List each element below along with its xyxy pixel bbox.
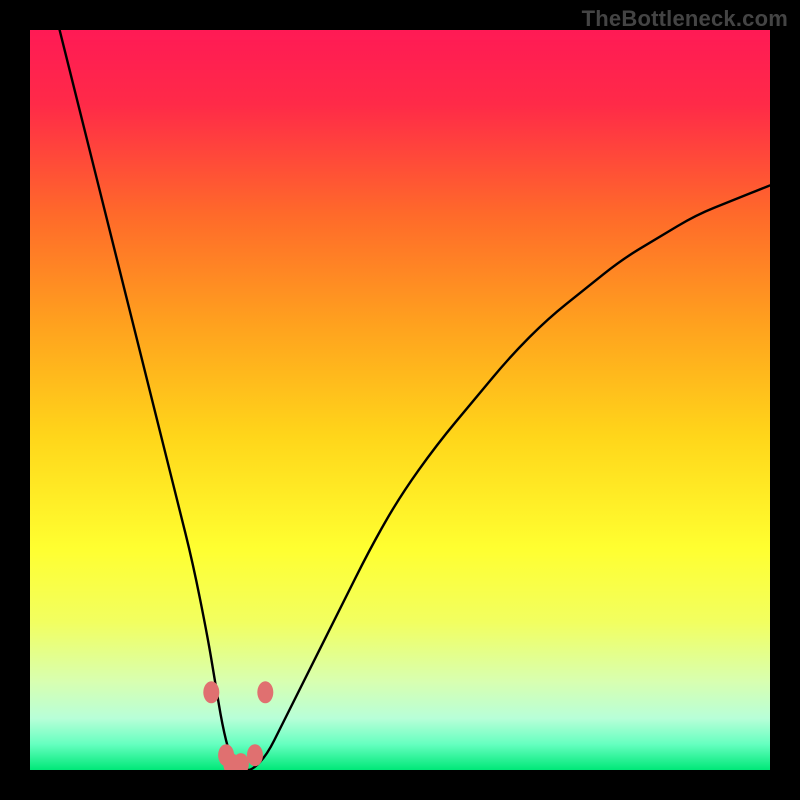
watermark-text: TheBottleneck.com [582, 6, 788, 32]
bottleneck-curve [60, 30, 770, 770]
highlight-dot [257, 681, 273, 703]
chart-frame: TheBottleneck.com [0, 0, 800, 800]
plot-area [30, 30, 770, 770]
highlight-dot [247, 744, 263, 766]
highlight-dots-group [203, 681, 273, 770]
curve-layer [30, 30, 770, 770]
highlight-dot [203, 681, 219, 703]
